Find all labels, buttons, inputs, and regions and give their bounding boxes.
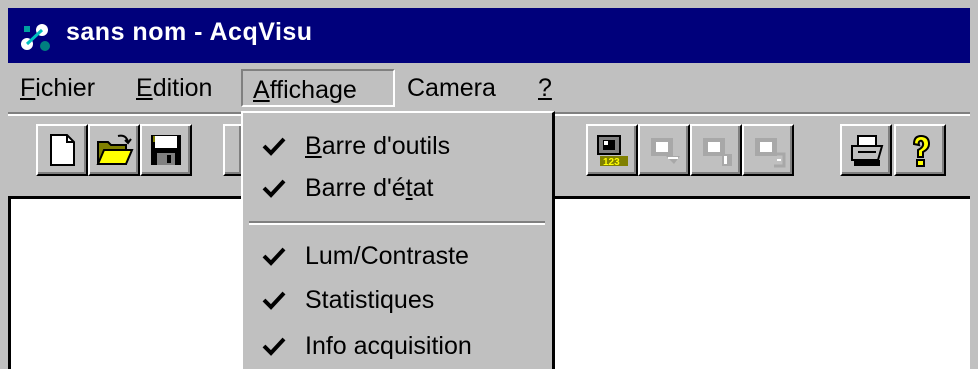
menu-label: ichier: [35, 74, 96, 102]
menu-bar: Fichier Edition Affichage Camera ?: [8, 67, 970, 111]
app-window: sans nom - AcqVisu Fichier Edition Affic…: [0, 0, 978, 369]
menu-separator: [249, 221, 545, 225]
print-icon: [851, 135, 884, 166]
camera-step-button[interactable]: [742, 124, 794, 176]
menu-item-label: Statistiques: [305, 286, 435, 314]
open-button[interactable]: [88, 124, 140, 176]
app-icon: [21, 24, 50, 51]
camera-forward-button[interactable]: [638, 124, 690, 176]
new-button[interactable]: [36, 124, 88, 176]
menu-camera[interactable]: Camera: [407, 69, 496, 107]
checkmark-icon: [262, 179, 286, 198]
new-file-icon: [50, 134, 75, 166]
menu-mnemonic: A: [253, 76, 270, 104]
print-button[interactable]: [840, 124, 892, 176]
menu-mnemonic: ?: [538, 74, 552, 102]
help-button[interactable]: [894, 124, 946, 176]
menu-label: ffichage: [269, 76, 357, 104]
camera-step-icon: [755, 138, 786, 168]
menu-item-statistiques[interactable]: Statistiques: [243, 279, 552, 321]
menu-item-barre-etat[interactable]: Barre d'état: [243, 167, 552, 209]
menu-edition[interactable]: Edition: [136, 69, 212, 107]
camera-stop-button[interactable]: [690, 124, 742, 176]
camera-counter-icon: 123: [597, 135, 628, 168]
menu-label: Camera: [407, 74, 496, 102]
menu-label: dition: [152, 74, 213, 102]
camera-counter-button[interactable]: 123: [586, 124, 638, 176]
menu-item-barre-outils[interactable]: Barre d'outils: [243, 125, 552, 167]
menu-help[interactable]: ?: [538, 69, 552, 107]
menu-item-label: Lum/Contraste: [305, 242, 469, 270]
menu-mnemonic: F: [20, 74, 36, 102]
menu-item-info-acquisition[interactable]: Info acquisition: [243, 325, 552, 367]
affichage-dropdown: Barre d'outils Barre d'état Lum/Contrast…: [241, 111, 555, 369]
checkmark-icon: [262, 247, 286, 266]
menu-affichage[interactable]: Affichage: [241, 69, 395, 107]
camera-forward-icon: [651, 138, 680, 164]
menu-item-label: Barre d'outils: [305, 132, 451, 160]
svg-text:123: 123: [603, 157, 620, 168]
save-floppy-icon: [151, 135, 181, 165]
checkmark-icon: [262, 291, 286, 310]
checkmark-icon: [262, 137, 286, 156]
save-button[interactable]: [140, 124, 192, 176]
menu-item-label: Info acquisition: [305, 332, 472, 360]
menu-item-lum-contraste[interactable]: Lum/Contraste: [243, 235, 552, 277]
title-bar[interactable]: sans nom - AcqVisu: [8, 8, 970, 63]
help-icon: [912, 134, 931, 167]
checkmark-icon: [262, 337, 286, 356]
menu-item-label: Barre d'état: [305, 174, 434, 202]
open-folder-icon: [96, 134, 134, 165]
window-title: sans nom - AcqVisu: [66, 18, 313, 46]
menu-fichier[interactable]: Fichier: [20, 69, 95, 107]
hidden-toolbar-button[interactable]: [223, 124, 243, 176]
camera-stop-icon: [703, 138, 732, 166]
menu-mnemonic: E: [136, 74, 153, 102]
